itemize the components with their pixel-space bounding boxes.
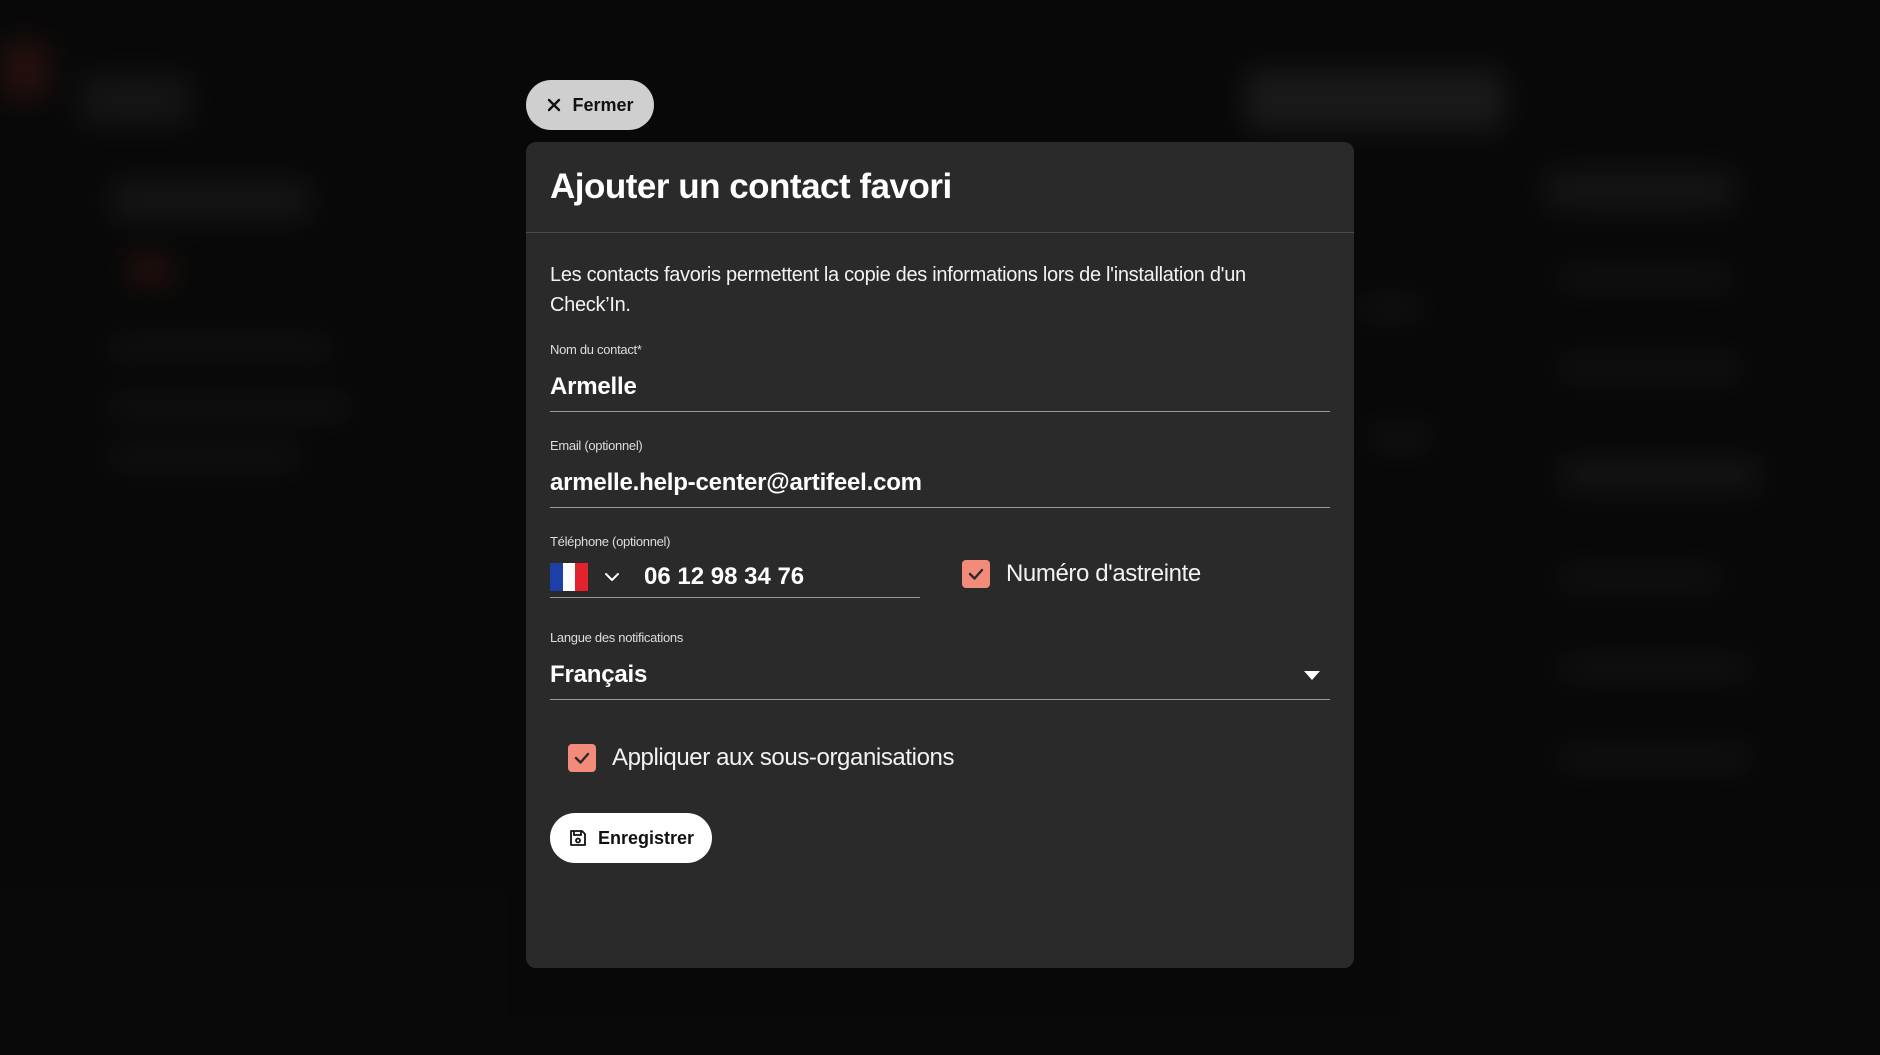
phone-label: Téléphone (optionnel) <box>550 534 671 549</box>
oncall-checkbox[interactable] <box>962 559 990 588</box>
dialog-intro-text: Les contacts favoris permettent la copie… <box>550 264 1246 316</box>
email-label: Email (optionnel) <box>550 438 643 453</box>
add-favorite-contact-dialog: Ajouter un contact favori Les contacts f… <box>526 142 1354 968</box>
language-selected-value: Français <box>550 661 648 688</box>
checkmark-icon <box>574 752 590 764</box>
language-label: Langue des notifications <box>550 630 684 645</box>
close-button-label: Fermer <box>572 94 634 115</box>
contact-name-field: Nom du contact* Armelle <box>550 342 1330 412</box>
chevron-down-icon[interactable] <box>602 567 622 587</box>
checkmark-icon <box>968 568 984 580</box>
phone-input[interactable]: 06 12 98 34 76 <box>644 563 804 591</box>
contact-name-label: Nom du contact* <box>550 342 642 357</box>
dropdown-caret-icon <box>1304 670 1320 680</box>
save-button-label: Enregistrer <box>597 827 695 848</box>
dialog-header: Ajouter un contact favori <box>526 142 1354 233</box>
language-field: Langue des notifications Français <box>550 630 1330 700</box>
close-button[interactable]: Fermer <box>526 80 654 130</box>
dialog-title: Ajouter un contact favori <box>550 167 952 206</box>
oncall-label: Numéro d'astreinte <box>1006 559 1201 587</box>
contact-name-input[interactable]: Armelle <box>550 373 1330 412</box>
oncall-checkbox-row[interactable]: Numéro d'astreinte <box>962 559 1201 588</box>
france-flag-icon[interactable] <box>550 563 589 591</box>
close-icon <box>548 98 561 112</box>
email-field: Email (optionnel) armelle.help-center@ar… <box>550 438 1330 508</box>
apply-sub-orgs-label: Appliquer aux sous-organisations <box>612 744 955 771</box>
language-select[interactable]: Français <box>550 661 1330 700</box>
phone-field: Téléphone (optionnel) 06 12 98 34 76 Num… <box>550 534 1330 598</box>
phone-input-group: 06 12 98 34 76 <box>550 563 920 598</box>
save-icon <box>570 830 586 846</box>
apply-sub-orgs-checkbox[interactable] <box>568 744 596 772</box>
apply-sub-orgs-row[interactable]: Appliquer aux sous-organisations <box>568 744 954 772</box>
save-button[interactable]: Enregistrer <box>550 813 712 863</box>
email-input[interactable]: armelle.help-center@artifeel.com <box>550 469 1330 508</box>
